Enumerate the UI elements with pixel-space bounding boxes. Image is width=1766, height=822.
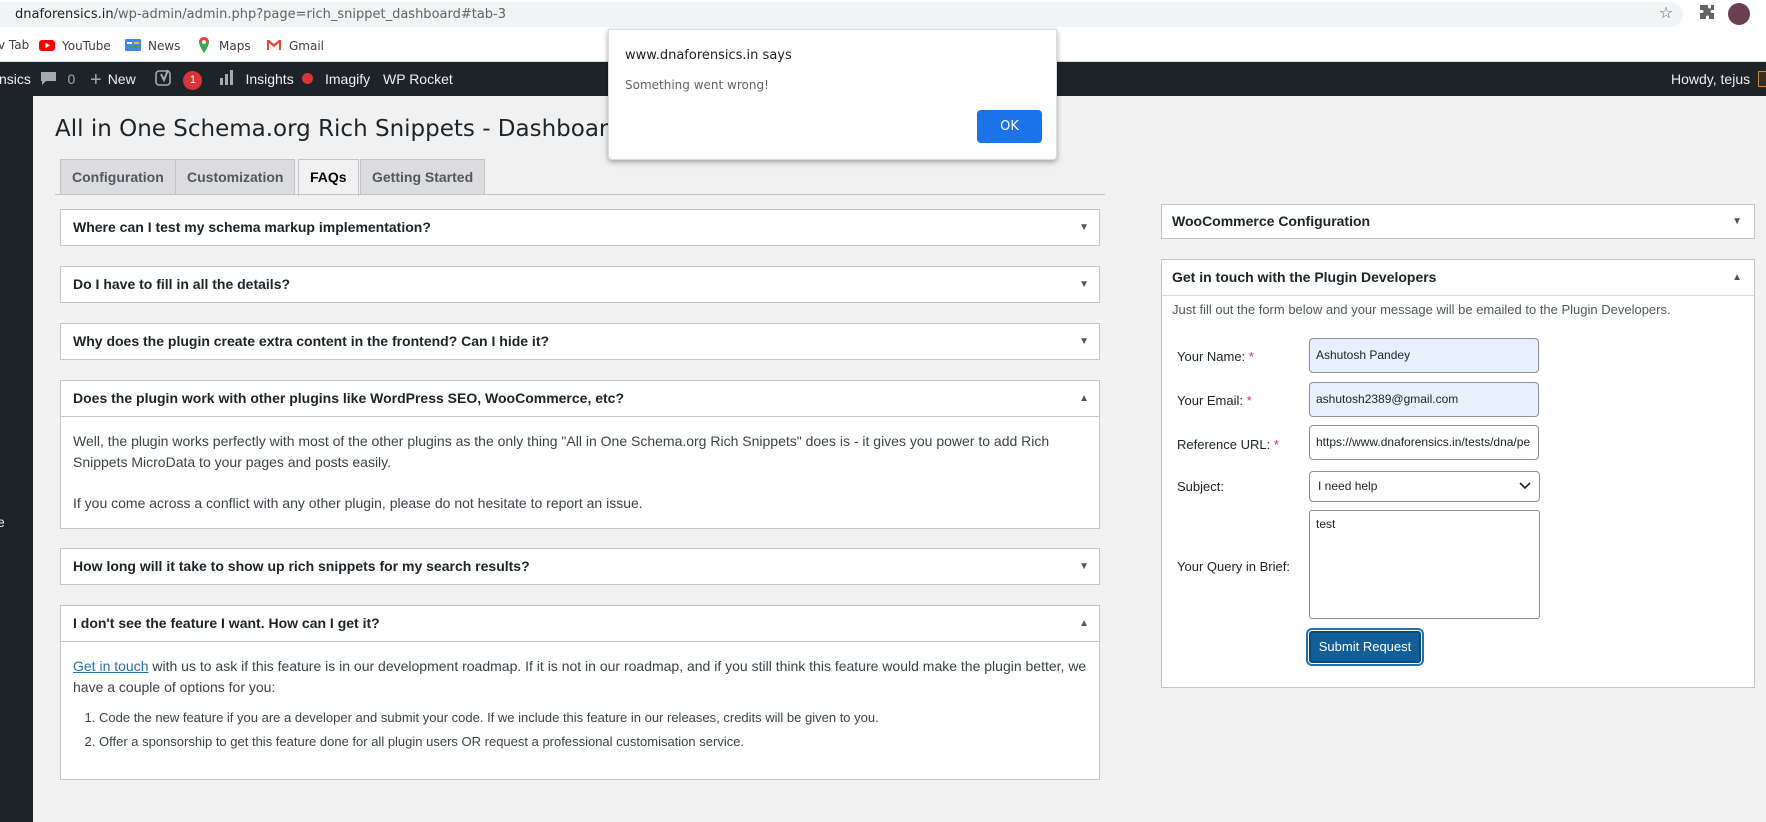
tabs-divider	[55, 194, 1105, 195]
contact-intro-text: Just fill out the form below and your me…	[1172, 302, 1671, 317]
url-host: dnaforensics.in	[15, 7, 114, 22]
collapse-arrow-icon[interactable]: ▲	[1079, 381, 1089, 416]
faq-question-header[interactable]: Do I have to fill in all the details? ▼	[61, 267, 1099, 302]
admin-bar-wp-rocket[interactable]: WP Rocket	[383, 62, 453, 96]
contact-developers-box: Get in touch with the Plugin Developers …	[1161, 259, 1755, 688]
name-field[interactable]: Ashutosh Pandey	[1309, 338, 1539, 373]
tab-faqs[interactable]: FAQs	[298, 159, 359, 196]
collapse-arrow-icon[interactable]: ▲	[1079, 606, 1089, 641]
get-in-touch-link[interactable]: Get in touch	[73, 658, 149, 674]
gmail-icon	[266, 37, 282, 53]
faq-answer-paragraph: Well, the plugin works perfectly with mo…	[73, 433, 1050, 470]
maps-icon	[196, 37, 212, 53]
required-mark: *	[1273, 437, 1279, 452]
name-label: Your Name: *	[1177, 349, 1254, 364]
list-item: Offer a sponsorship to get this feature …	[99, 730, 1087, 754]
bookmark-youtube[interactable]: YouTube	[39, 37, 111, 53]
required-mark: *	[1246, 393, 1252, 408]
user-avatar	[1758, 71, 1766, 87]
tab-getting-started[interactable]: Getting Started	[360, 159, 486, 195]
bookmark-maps[interactable]: Maps	[196, 37, 251, 53]
dialog-message: Something went wrong!	[625, 78, 769, 92]
faq-item-expanded: Does the plugin work with other plugins …	[60, 380, 1100, 529]
options-list: Code the new feature if you are a develo…	[73, 706, 1087, 754]
faq-item: Do I have to fill in all the details? ▼	[60, 266, 1100, 303]
faq-question-header[interactable]: Why does the plugin create extra content…	[61, 324, 1099, 359]
insights-alert-dot	[301, 73, 313, 84]
admin-sidebar: e	[0, 96, 33, 822]
yoast-notification-badge: 1	[183, 71, 203, 90]
admin-bar-yoast[interactable]: 1	[155, 62, 203, 96]
expand-arrow-icon[interactable]: ▼	[1079, 549, 1089, 584]
faq-question-header[interactable]: Where can I test my schema markup implem…	[61, 210, 1099, 245]
yoast-icon	[155, 69, 177, 88]
faq-item: Where can I test my schema markup implem…	[60, 209, 1100, 246]
faq-item: Why does the plugin create extra content…	[60, 323, 1100, 360]
admin-bar-my-account[interactable]: Howdy, tejus	[1671, 62, 1766, 96]
query-label: Your Query in Brief:	[1177, 559, 1290, 574]
expand-arrow-icon[interactable]: ▼	[1732, 205, 1742, 238]
email-label: Your Email: *	[1177, 393, 1252, 408]
plus-icon: +	[90, 69, 102, 91]
tab-configuration[interactable]: Configuration	[60, 159, 176, 195]
chevron-down-icon	[1519, 472, 1531, 512]
ok-button[interactable]: OK	[977, 110, 1042, 143]
news-icon	[125, 37, 141, 53]
browser-toolbar: dnaforensics.in/wp-admin/admin.php?page=…	[0, 0, 1766, 29]
list-item: Code the new feature if you are a develo…	[99, 706, 1087, 730]
faq-question-header[interactable]: Does the plugin work with other plugins …	[61, 381, 1099, 416]
star-icon[interactable]: ☆	[1656, 4, 1676, 24]
url-path: /wp-admin/admin.php?page=rich_snippet_da…	[113, 7, 507, 22]
bookmark-news[interactable]: News	[125, 37, 180, 53]
admin-bar-imagify[interactable]: Imagify	[325, 62, 370, 96]
faq-question-header[interactable]: I don't see the feature I want. How can …	[61, 606, 1099, 641]
faq-item: How long will it take to show up rich sn…	[60, 548, 1100, 585]
faq-question-header[interactable]: How long will it take to show up rich sn…	[61, 549, 1099, 584]
expand-arrow-icon[interactable]: ▼	[1079, 210, 1089, 245]
faq-item-expanded: I don't see the feature I want. How can …	[60, 605, 1100, 780]
admin-bar-site-name[interactable]: nsics	[0, 62, 31, 96]
profile-avatar[interactable]	[1728, 3, 1750, 25]
dialog-title: www.dnaforensics.in says	[625, 48, 792, 63]
bookmark-new-tab[interactable]: v Tab	[0, 37, 29, 53]
subject-label: Subject:	[1177, 479, 1224, 494]
contact-box-header[interactable]: Get in touch with the Plugin Developers …	[1162, 260, 1754, 295]
address-bar[interactable]: dnaforensics.in/wp-admin/admin.php?page=…	[0, 2, 1683, 27]
comment-icon	[40, 71, 61, 88]
faq-answer: Get in touch with us to ask if this feat…	[61, 641, 1099, 766]
divider	[1162, 295, 1754, 296]
page-title: All in One Schema.org Rich Snippets - Da…	[55, 116, 623, 142]
subject-select[interactable]: I need help	[1309, 471, 1540, 502]
admin-bar-insights[interactable]: Insights	[219, 62, 313, 96]
email-field[interactable]: ashutosh2389@gmail.com	[1309, 382, 1539, 417]
reference-url-label: Reference URL: *	[1177, 437, 1279, 452]
collapse-arrow-icon[interactable]: ▲	[1732, 260, 1742, 295]
bar-chart-icon	[219, 70, 239, 88]
alert-dialog: www.dnaforensics.in says Something went …	[608, 29, 1057, 160]
bookmark-gmail[interactable]: Gmail	[266, 37, 324, 53]
youtube-icon	[39, 37, 55, 53]
expand-arrow-icon[interactable]: ▼	[1079, 267, 1089, 302]
faq-answer-paragraph: If you come across a conflict with any o…	[73, 495, 643, 511]
admin-bar-new[interactable]: + New	[90, 62, 136, 96]
faq-answer: Well, the plugin works perfectly with mo…	[61, 416, 1099, 526]
sidebar-menu-fragment[interactable]: e	[0, 514, 5, 530]
query-textarea[interactable]: test	[1309, 510, 1540, 619]
woocommerce-config-header[interactable]: WooCommerce Configuration ▼	[1162, 205, 1754, 238]
faq-answer-paragraph: Get in touch with us to ask if this feat…	[73, 658, 1087, 695]
admin-bar-comments[interactable]: 0	[40, 62, 75, 96]
reference-url-field[interactable]: https://www.dnaforensics.in/tests/dna/pe	[1309, 425, 1539, 460]
tab-customization[interactable]: Customization	[175, 159, 296, 195]
woocommerce-config-box: WooCommerce Configuration ▼	[1161, 204, 1755, 239]
expand-arrow-icon[interactable]: ▼	[1079, 324, 1089, 359]
required-mark: *	[1248, 349, 1254, 364]
submit-request-button[interactable]: Submit Request	[1309, 631, 1421, 663]
extensions-icon[interactable]	[1697, 4, 1717, 24]
